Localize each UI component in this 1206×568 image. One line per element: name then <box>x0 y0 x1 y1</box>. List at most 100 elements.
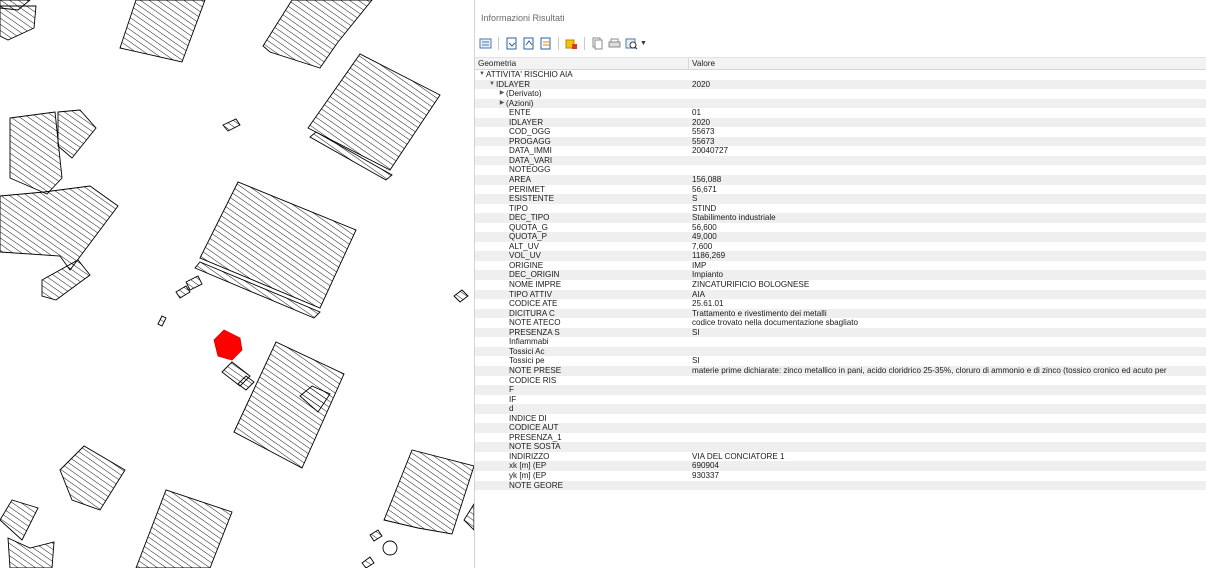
building <box>175 285 191 299</box>
attribute-row[interactable]: Tossici Ac <box>475 346 1206 357</box>
attribute-row[interactable]: Infiammabi <box>475 337 1206 347</box>
attribute-value: 690904 <box>692 461 720 471</box>
derived-label: (Derivato) <box>506 89 542 99</box>
attribute-field: ORIGINE <box>509 260 544 270</box>
chevron-right-icon[interactable]: ▶ <box>498 99 506 109</box>
expand-all-icon[interactable] <box>521 36 536 51</box>
collapse-all-icon[interactable] <box>538 36 553 51</box>
attribute-row[interactable]: CODICE RIS <box>475 376 1206 386</box>
identify-mode-icon[interactable] <box>624 36 639 51</box>
attribute-row[interactable]: NOTEOGG <box>475 165 1206 175</box>
attribute-value <box>689 433 692 443</box>
attribute-value: 7,600 <box>692 241 713 251</box>
feature-id-label: IDLAYER <box>496 79 531 89</box>
attribute-field: ENTE <box>509 108 531 118</box>
attribute-row[interactable]: CODICE ATE 25.61.01 <box>475 299 1206 309</box>
attribute-value: 01 <box>692 108 702 118</box>
attribute-value: 20040727 <box>692 146 729 156</box>
attribute-row[interactable]: ESISTENTE S <box>475 194 1206 204</box>
attribute-row[interactable]: QUOTA_G 56,600 <box>475 223 1206 233</box>
attribute-field: COD_OGG <box>509 127 551 137</box>
building <box>0 499 39 541</box>
building <box>199 181 357 309</box>
attribute-value <box>689 395 692 405</box>
attribute-field: CODICE AUT <box>509 423 559 433</box>
attribute-value: ZINCATURIFICIO BOLOGNESE <box>692 280 810 290</box>
map-svg[interactable] <box>0 0 474 568</box>
attribute-row[interactable]: INDIRIZZO VIA DEL CONCIATORE 1 <box>475 452 1206 462</box>
attribute-field: DEC_TIPO <box>509 213 550 223</box>
attribute-row[interactable]: QUOTA_P 49,000 <box>475 232 1206 242</box>
attribute-row[interactable]: ORIGINE IMP <box>475 261 1206 271</box>
highlight-icon[interactable] <box>564 36 579 51</box>
attribute-value: IMP <box>692 260 707 270</box>
building <box>0 185 119 271</box>
attribute-row[interactable]: VOL_UV 1186,269 <box>475 251 1206 261</box>
tree-row-layer[interactable]: ▼ ATTIVITA' RISCHIO AIA <box>475 70 1206 80</box>
building <box>7 537 55 568</box>
attribute-row[interactable]: IF <box>475 395 1206 405</box>
attribute-row[interactable]: xk [m] (EP 690904 <box>475 461 1206 471</box>
results-tree[interactable]: Geometria Valore ▼ ATTIVITA' RISCHIO AIA … <box>475 57 1206 491</box>
attribute-field: TIPO ATTIV <box>509 289 553 299</box>
attribute-field: NOME IMPRE <box>509 280 562 290</box>
chevron-down-icon[interactable]: ▼ <box>488 80 496 90</box>
attribute-row[interactable]: PRESENZA_1 <box>475 433 1206 443</box>
attribute-row[interactable]: NOTE GEORE <box>475 480 1206 491</box>
attribute-row[interactable]: PROGAGG 55673 <box>475 136 1206 147</box>
attribute-row[interactable]: NOTE ATECO codice trovato nella documenta… <box>475 318 1206 328</box>
attribute-value <box>689 414 692 424</box>
attribute-row[interactable]: NOTE PRESE materie prime dichiarate: zinc… <box>475 365 1206 376</box>
tree-row-actions[interactable]: ▶ (Azioni) <box>475 98 1206 109</box>
map-canvas[interactable] <box>0 0 474 568</box>
attribute-row[interactable]: DEC_TIPO Stabilimento industriale <box>475 213 1206 223</box>
attribute-field: DEC_ORIGIN <box>509 270 560 280</box>
tree-row-derived[interactable]: ▶ (Derivato) <box>475 89 1206 99</box>
attribute-row[interactable]: AREA 156,088 <box>475 175 1206 185</box>
building <box>369 529 383 542</box>
attribute-row[interactable]: IDLAYER 2020 <box>475 117 1206 128</box>
attribute-value: 55673 <box>692 136 715 146</box>
collapse-tree-icon[interactable] <box>504 36 519 51</box>
attribute-row[interactable]: ALT_UV 7,600 <box>475 242 1206 252</box>
attribute-row[interactable]: NOME IMPRE ZINCATURIFICIO BOLOGNESE <box>475 280 1206 290</box>
attribute-row[interactable]: DATA_VARI <box>475 155 1206 166</box>
selected-feature[interactable] <box>213 329 243 361</box>
attribute-row[interactable]: PERIMET 56,671 <box>475 185 1206 195</box>
attribute-row[interactable]: DATA_IMMI 20040727 <box>475 146 1206 156</box>
print-icon[interactable] <box>607 36 622 51</box>
attribute-field: DICITURA C <box>509 308 555 318</box>
building <box>185 275 203 291</box>
attribute-row[interactable]: COD_OGG 55673 <box>475 127 1206 137</box>
attribute-value: S <box>692 194 698 204</box>
attribute-row[interactable]: TIPO STIND <box>475 204 1206 214</box>
attribute-value: 156,088 <box>692 175 722 185</box>
copy-icon[interactable] <box>590 36 605 51</box>
header-value[interactable]: Valore <box>689 58 715 69</box>
attribute-row[interactable]: ENTE 01 <box>475 108 1206 118</box>
attribute-field: TIPO <box>509 203 528 213</box>
attribute-row[interactable]: INDICE DI <box>475 414 1206 424</box>
attribute-row[interactable]: d <box>475 404 1206 414</box>
attribute-value <box>689 423 692 433</box>
attribute-value: Stabilimento industriale <box>692 213 776 223</box>
chevron-down-icon[interactable]: ▼ <box>478 70 486 80</box>
expand-tree-icon[interactable] <box>478 36 493 51</box>
attribute-row[interactable]: DICITURA C Trattamento e rivestimento dei… <box>475 308 1206 319</box>
attribute-value: Impianto <box>692 270 724 280</box>
attribute-row[interactable]: CODICE AUT <box>475 423 1206 433</box>
attribute-row[interactable]: NOTE SOSTA <box>475 442 1206 452</box>
attribute-field: DATA_VARI <box>509 155 553 165</box>
attribute-row[interactable]: DEC_ORIGIN Impianto <box>475 270 1206 281</box>
chevron-right-icon[interactable]: ▶ <box>498 89 506 99</box>
attribute-row[interactable]: TIPO ATTIV AIA <box>475 289 1206 300</box>
chevron-down-icon[interactable]: ▼ <box>640 40 647 47</box>
attribute-row[interactable]: Tossici pe SI <box>475 356 1206 366</box>
attribute-field: INDIRIZZO <box>509 451 550 461</box>
attribute-value <box>689 156 692 166</box>
attribute-row[interactable]: PRESENZA S SI <box>475 327 1206 338</box>
attribute-row[interactable]: F <box>475 385 1206 395</box>
header-geometry[interactable]: Geometria <box>475 58 689 69</box>
attribute-row[interactable]: yk [m] (EP 930337 <box>475 471 1206 481</box>
tree-row-feature[interactable]: ▼ IDLAYER 2020 <box>475 79 1206 90</box>
